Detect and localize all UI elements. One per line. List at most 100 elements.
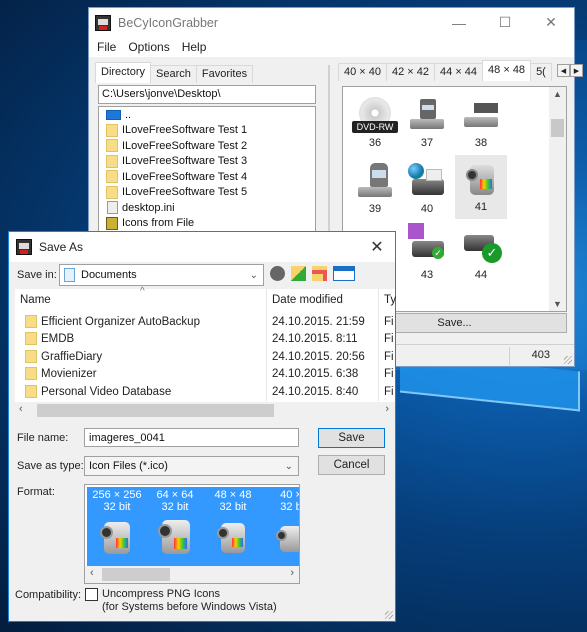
list-item[interactable]: ILoveFreeSoftware Test 1 <box>99 123 315 139</box>
file-list-hscrollbar[interactable]: ‹ › <box>15 402 395 419</box>
scroll-thumb[interactable] <box>551 119 564 137</box>
item-label: .. <box>125 108 132 121</box>
scroll-left-icon[interactable]: ‹ <box>19 403 23 415</box>
list-item[interactable]: desktop.ini <box>99 200 315 216</box>
scroll-up-icon[interactable]: ▲ <box>549 89 566 99</box>
left-tabs: Directory Search Favorites <box>95 62 254 83</box>
file-name-input[interactable]: imageres_0041 <box>84 428 299 447</box>
save-as-type-dropdown[interactable]: Icon Files (*.ico) ⌄ <box>84 456 299 476</box>
icon-grid-scrollbar[interactable]: ▲ ▼ <box>549 87 566 311</box>
table-row[interactable]: EMDB 24.10.2015. 8:11 Fi <box>15 331 395 348</box>
network-printer-icon <box>408 163 446 201</box>
format-item[interactable]: 64 × 64 32 bit <box>145 487 205 558</box>
column-name[interactable]: Name <box>15 289 51 311</box>
column-type[interactable]: Ty <box>379 289 396 311</box>
card-drive-icon <box>356 163 394 201</box>
folder-icon <box>25 332 37 345</box>
file-name-value: imageres_0041 <box>89 431 165 444</box>
resize-grip[interactable] <box>385 611 393 619</box>
menu-options[interactable]: Options <box>122 40 175 54</box>
tab-favorites[interactable]: Favorites <box>195 65 254 83</box>
format-item[interactable]: 48 × 48 32 bit <box>203 487 263 558</box>
file-list[interactable]: ^ Name Date modified Ty Efficient Organi… <box>15 286 396 419</box>
format-item[interactable]: 40 × 32 b <box>261 487 299 558</box>
format-item[interactable]: 256 × 256 32 bit <box>87 487 147 558</box>
scroll-left-icon[interactable]: ‹ <box>90 567 94 579</box>
camcorder-icon <box>158 518 192 558</box>
tape-drive-icon <box>462 97 500 135</box>
view-menu-icon[interactable] <box>333 266 355 281</box>
row-name: Efficient Organizer AutoBackup <box>41 315 200 328</box>
icon-cell[interactable]: ✓ 43 <box>401 223 453 287</box>
uncompress-png-checkbox[interactable] <box>85 588 98 601</box>
format-list[interactable]: 256 × 256 32 bit 64 × 64 32 bit 48 × 48 32 … <box>84 484 300 584</box>
dialog-title-bar[interactable]: Save As ✕ <box>9 232 395 262</box>
folder-icon <box>106 139 118 153</box>
tab-size-48[interactable]: 48 × 48 <box>482 60 532 81</box>
size-tabs: 40 × 40 42 × 42 44 × 44 48 × 48 5( <box>338 60 552 81</box>
icons-from-file-icon <box>106 216 118 230</box>
scroll-down-icon[interactable]: ▼ <box>549 299 566 309</box>
resize-grip[interactable] <box>564 356 572 364</box>
menu-bar: File Options Help <box>89 37 574 57</box>
tab-size-50[interactable]: 5( <box>530 63 552 81</box>
icon-number: 37 <box>420 137 434 149</box>
menu-help[interactable]: Help <box>176 40 213 54</box>
table-row[interactable]: GraffieDiary 24.10.2015. 20:56 Fi <box>15 349 395 366</box>
icon-number: 41 <box>474 201 488 213</box>
folder-icon <box>25 315 37 328</box>
list-item[interactable]: ILoveFreeSoftware Test 4 <box>99 169 315 185</box>
list-item[interactable]: .. <box>99 107 315 123</box>
table-row[interactable]: Efficient Organizer AutoBackup 24.10.2015… <box>15 314 395 331</box>
icon-number: 36 <box>368 137 382 149</box>
format-hscrollbar[interactable]: ‹ › <box>85 566 299 583</box>
tab-scroll-right-icon[interactable]: ▶ <box>570 64 583 77</box>
scroll-right-icon[interactable]: › <box>385 403 389 415</box>
row-date: 24.10.2015. 20:56 <box>272 351 365 363</box>
menu-file[interactable]: File <box>91 40 122 54</box>
cancel-button[interactable]: Cancel <box>318 455 385 475</box>
table-row[interactable]: Movienizer 24.10.2015. 6:38 Fi <box>15 366 395 383</box>
row-date: 24.10.2015. 21:59 <box>272 316 365 328</box>
icon-number: 38 <box>474 137 488 149</box>
scroll-thumb[interactable] <box>37 404 274 417</box>
up-folder-icon[interactable] <box>291 266 306 281</box>
icon-cell[interactable]: 39 <box>349 157 401 221</box>
icon-cell[interactable]: ✓ 44 <box>455 223 507 287</box>
tab-size-40[interactable]: 40 × 40 <box>338 63 388 81</box>
tab-directory[interactable]: Directory <box>95 62 152 83</box>
tab-search[interactable]: Search <box>150 65 197 83</box>
list-item[interactable]: ILoveFreeSoftware Test 3 <box>99 154 315 170</box>
list-item[interactable]: Icons from File <box>99 216 315 232</box>
tab-size-42[interactable]: 42 × 42 <box>386 63 436 81</box>
icon-cell[interactable]: 40 <box>401 157 453 221</box>
maximize-button[interactable]: ☐ <box>482 8 528 37</box>
table-row[interactable]: Personal Video Database 24.10.2015. 8:40 F… <box>15 384 395 401</box>
back-icon[interactable] <box>270 266 285 281</box>
icon-cell[interactable]: DVD-RW 36 <box>349 91 401 155</box>
tab-scroll-left-icon[interactable]: ◀ <box>557 64 570 77</box>
scroll-right-icon[interactable]: › <box>290 567 294 579</box>
list-item[interactable]: ILoveFreeSoftware Test 2 <box>99 138 315 154</box>
icon-cell-selected[interactable]: 41 <box>455 155 507 219</box>
path-input[interactable]: C:\Users\jonve\Desktop\ <box>98 85 316 104</box>
item-label: Icons from File <box>122 217 195 230</box>
new-folder-icon[interactable] <box>312 266 327 281</box>
row-name: Personal Video Database <box>41 385 172 398</box>
icon-cell[interactable]: 38 <box>455 91 507 155</box>
row-name: EMDB <box>41 332 75 345</box>
title-bar[interactable]: BeCyIconGrabber — ☐ ✕ <box>89 8 574 37</box>
minimize-button[interactable]: — <box>436 8 482 37</box>
list-item[interactable]: ILoveFreeSoftware Test 5 <box>99 185 315 201</box>
scroll-thumb[interactable] <box>102 568 170 581</box>
save-button[interactable]: Save <box>318 428 385 448</box>
format-selection: 256 × 256 32 bit 64 × 64 32 bit 48 × 48 32 … <box>87 487 299 566</box>
tab-size-44[interactable]: 44 × 44 <box>434 63 484 81</box>
close-button[interactable]: ✕ <box>528 8 574 37</box>
dialog-close-button[interactable]: ✕ <box>359 237 395 257</box>
column-date-modified[interactable]: Date modified <box>267 289 343 311</box>
directory-list[interactable]: .. ILoveFreeSoftware Test 1 ILoveFreeSof… <box>98 106 316 237</box>
save-in-dropdown[interactable]: Documents ⌄ <box>59 264 264 286</box>
documents-icon <box>64 268 75 282</box>
icon-cell[interactable]: 37 <box>401 91 453 155</box>
